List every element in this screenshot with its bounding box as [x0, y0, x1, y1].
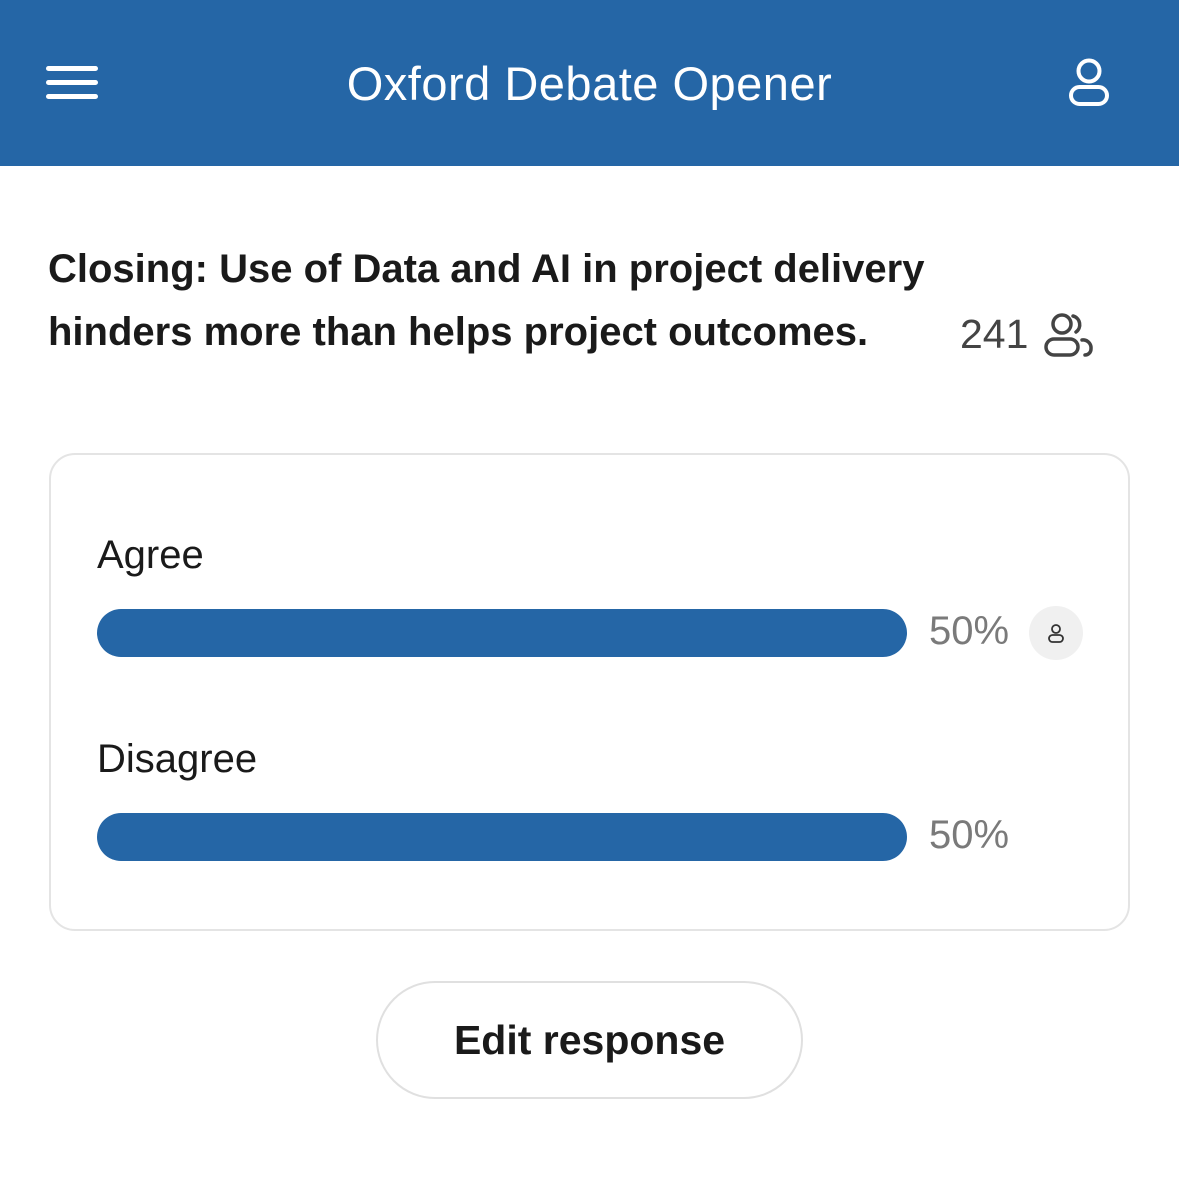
- top-app-bar: Oxford Debate Opener: [0, 0, 1179, 166]
- percent-agree: 50%: [929, 609, 1010, 653]
- user-icon: [1048, 624, 1064, 643]
- result-bar-disagree: [97, 813, 907, 861]
- app-title: Oxford Debate Opener: [346, 57, 833, 110]
- result-bar-agree: [97, 609, 907, 657]
- result-bar-fill-disagree: [97, 813, 907, 861]
- percent-disagree: 50%: [929, 813, 1010, 857]
- participants-count: 241: [960, 306, 1096, 362]
- participants-count-value: 241: [960, 310, 1029, 357]
- option-label-disagree: Disagree: [97, 737, 258, 781]
- your-vote-marker: [1029, 606, 1083, 660]
- result-bar-fill-agree: [97, 609, 907, 657]
- users-group-icon: [1044, 313, 1094, 357]
- poll-results-card: Agree 50% Disagree 50%: [49, 453, 1130, 931]
- user-icon: [1069, 58, 1109, 106]
- profile-button[interactable]: [1058, 52, 1120, 114]
- poll-question: Closing: Use of Data and AI in project d…: [48, 247, 925, 354]
- edit-response-button[interactable]: Edit response: [376, 981, 803, 1099]
- option-label-agree: Agree: [97, 533, 204, 577]
